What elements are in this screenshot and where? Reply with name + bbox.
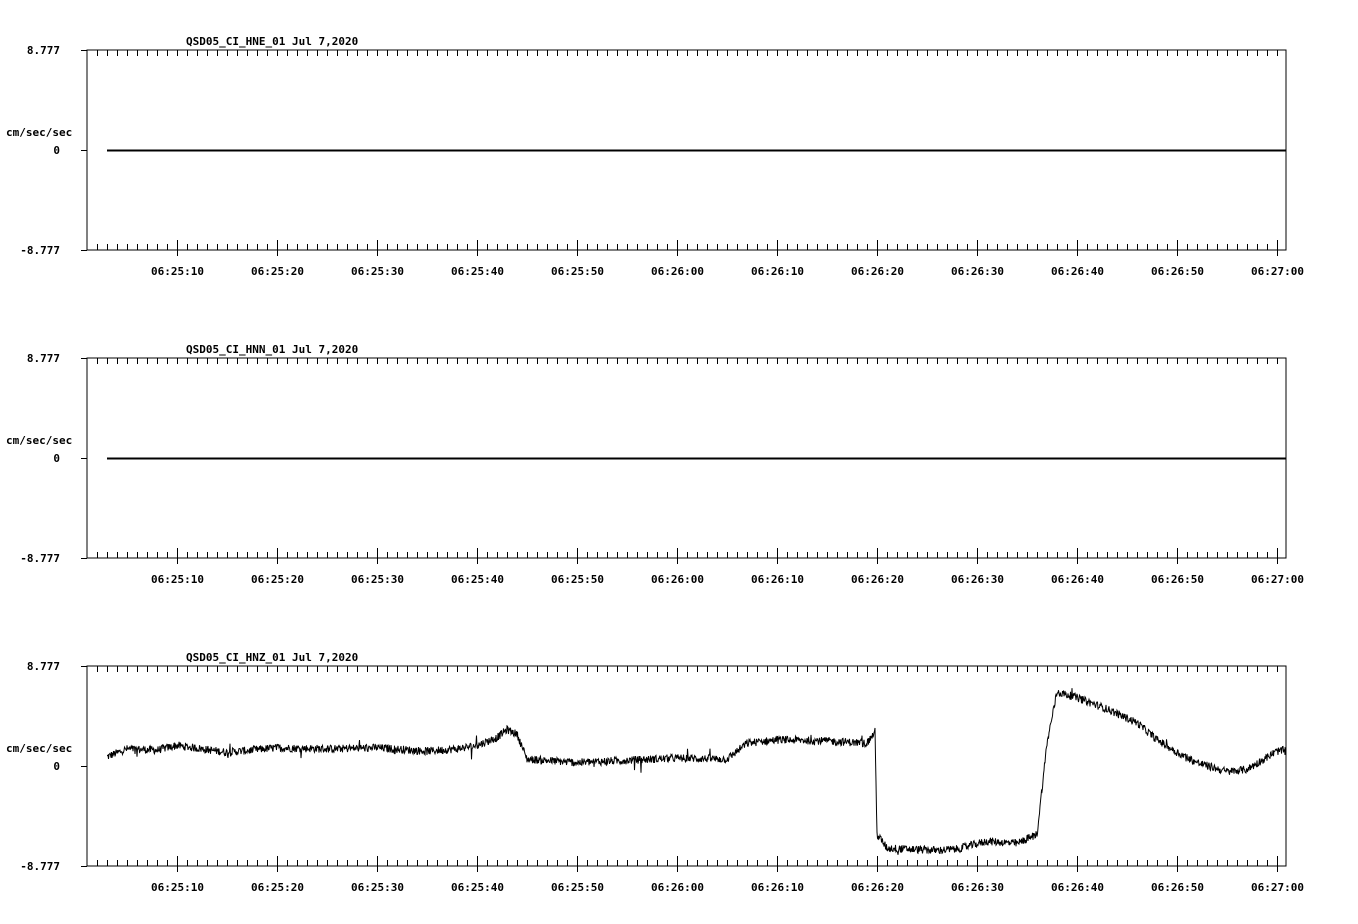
x-tick-label: 06:25:20 [251, 265, 304, 278]
x-tick-label: 06:25:30 [351, 881, 404, 894]
chart-title: QSD05_CI_HNN_01 Jul 7,2020 [186, 343, 358, 356]
x-tick-label: 06:26:20 [851, 265, 904, 278]
x-tick-label: 06:25:10 [151, 881, 204, 894]
x-tick-label: 06:26:40 [1051, 265, 1104, 278]
x-tick-label: 06:26:00 [651, 573, 704, 586]
x-tick-label: 06:25:10 [151, 573, 204, 586]
x-tick-label: 06:25:30 [351, 573, 404, 586]
x-tick-label: 06:25:50 [551, 265, 604, 278]
x-tick-label: 06:27:00 [1251, 573, 1304, 586]
y-tick-label-zero: 0 [53, 144, 60, 157]
y-tick-label-max: 8.777 [27, 352, 60, 365]
x-tick-label: 06:26:10 [751, 265, 804, 278]
x-tick-label: 06:25:40 [451, 573, 504, 586]
y-tick-label-zero: 0 [53, 452, 60, 465]
x-tick-label: 06:26:50 [1151, 881, 1204, 894]
seismogram-charts: 06:25:10 06:25:20 06:25:30 06:25:40 06:25:50… [6, 35, 1304, 894]
x-tick-label: 06:25:30 [351, 265, 404, 278]
x-tick-label: 06:26:20 [851, 881, 904, 894]
y-tick-label-min: -8.777 [20, 860, 60, 873]
y-tick-label-min: -8.777 [20, 552, 60, 565]
plot-frame [86, 665, 1287, 867]
x-tick-label: 06:25:10 [151, 265, 204, 278]
x-tick-label: 06:26:30 [951, 265, 1004, 278]
x-tick-label: 06:26:30 [951, 881, 1004, 894]
x-tick-label: 06:27:00 [1251, 265, 1304, 278]
y-axis-label: cm/sec/sec [6, 742, 72, 755]
x-tick-label: 06:26:10 [751, 573, 804, 586]
chart-title: QSD05_CI_HNE_01 Jul 7,2020 [186, 35, 358, 48]
y-axis-label: cm/sec/sec [6, 126, 72, 139]
y-tick-label-max: 8.777 [27, 660, 60, 673]
x-tick-label: 06:26:10 [751, 881, 804, 894]
chart-title: QSD05_CI_HNZ_01 Jul 7,2020 [186, 651, 358, 664]
x-tick-label: 06:25:50 [551, 573, 604, 586]
y-axis-label: cm/sec/sec [6, 434, 72, 447]
y-tick-label-max: 8.777 [27, 44, 60, 57]
x-tick-label: 06:26:40 [1051, 881, 1104, 894]
y-tick-label-zero: 0 [53, 760, 60, 773]
y-tick-label-min: -8.777 [20, 244, 60, 257]
x-tick-label: 06:26:00 [651, 881, 704, 894]
x-tick-label: 06:25:40 [451, 881, 504, 894]
x-tick-label: 06:26:50 [1151, 265, 1204, 278]
x-tick-label: 06:26:20 [851, 573, 904, 586]
x-tick-label: 06:26:00 [651, 265, 704, 278]
x-tick-label: 06:25:20 [251, 881, 304, 894]
x-tick-label: 06:25:40 [451, 265, 504, 278]
x-tick-label: 06:26:30 [951, 573, 1004, 586]
x-tick-label: 06:26:40 [1051, 573, 1104, 586]
x-tick-label: 06:25:50 [551, 881, 604, 894]
minor-ticks [97, 666, 1278, 866]
x-tick-label: 06:27:00 [1251, 881, 1304, 894]
waveform-trace [107, 688, 1286, 855]
x-tick-label: 06:26:50 [1151, 573, 1204, 586]
x-tick-label: 06:25:20 [251, 573, 304, 586]
